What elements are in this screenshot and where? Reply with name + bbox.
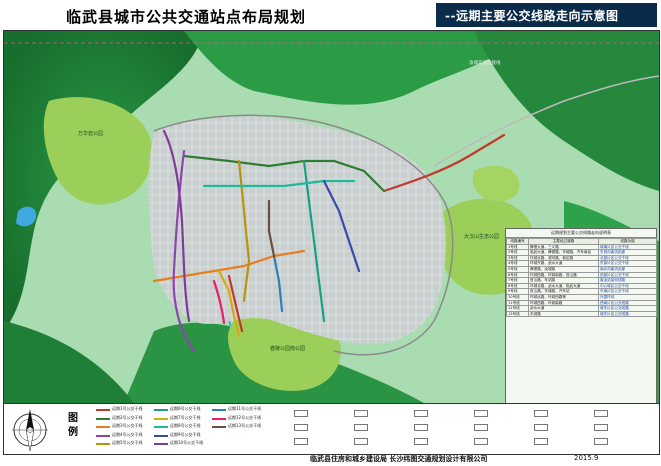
legend-box	[474, 424, 488, 431]
legend-box	[354, 424, 368, 431]
legend-swatch	[212, 409, 226, 411]
legend-label: 远期12号公交干线	[228, 414, 262, 420]
legend-box	[474, 410, 488, 417]
subtitle-banner: --远期主要公交线路走向示意图	[436, 3, 657, 27]
route-roads: 东城路	[528, 310, 599, 318]
legend-label: 远期3号公交干线	[112, 423, 143, 428]
legend-box	[534, 438, 548, 445]
legend-box	[414, 410, 428, 417]
legend-box	[294, 424, 308, 431]
legend-box	[474, 438, 488, 445]
legend-box	[354, 410, 368, 417]
legend-box	[594, 410, 608, 417]
label-park-south: 舂陵公园南公园	[270, 345, 305, 352]
legend-swatch	[154, 409, 168, 411]
legend-label: 远期2号公交干线	[112, 414, 143, 420]
footer: 临武县住房和城乡建设局 长沙纬图交通规划设计有限公司 2015.9	[0, 454, 661, 466]
map-subtitle: --远期主要公交线路走向示意图	[445, 9, 619, 23]
legend-panel: 图例 远期1号公交干线 远期2号公交干线 远期3号公交干线 远期4号公交干线 远…	[3, 403, 660, 455]
legend-box	[414, 424, 428, 431]
compass-icon	[12, 409, 48, 452]
legend-label: 远期8号公交干线	[170, 423, 201, 428]
legend-swatch	[212, 417, 226, 420]
table-title: 远期规划主要公交线路走向说明表	[506, 229, 656, 238]
legend-swatch	[96, 443, 110, 445]
legend-label: 远期7号公交干线	[170, 414, 201, 420]
footer-company: 临武县住房和城乡建设局 长沙纬图交通规划设计有限公司	[310, 455, 488, 463]
legend-label: 远期5号公交干线	[112, 440, 143, 445]
legend-swatch	[96, 417, 110, 420]
legend-box	[354, 438, 368, 445]
legend-box	[534, 410, 548, 417]
route-id: 13号线	[506, 310, 529, 318]
legend-label: 远期11号公交干线	[228, 406, 262, 411]
legend-label: 远期10号公交干线	[170, 440, 204, 445]
map-title: 临武县城市公共交通站点布局规划	[66, 8, 307, 26]
legend-swatch	[154, 426, 168, 428]
route-roads: 临武大道、舜德路、东城路、汽车南站	[528, 249, 599, 256]
legend-label: 远期9号公交干线	[170, 431, 201, 437]
route-table-grid: 线路编号 主要经过道路 线路功能 1号线 舜德大道、三义路 城南片区公交干线 2号线…	[506, 238, 657, 318]
route-function: 城东片区公交线路	[598, 310, 657, 318]
legend-box	[294, 410, 308, 417]
legend-box	[594, 424, 608, 431]
legend-swatch	[154, 443, 168, 445]
legend-box	[294, 438, 308, 445]
route-description-table: 远期规划主要公交线路走向说明表 线路编号 主要经过道路 线路功能 1号线 舜德大道…	[505, 228, 657, 403]
legend-label: 远期4号公交干线	[112, 431, 143, 437]
legend-swatch	[96, 434, 110, 437]
map-canvas[interactable]: 万华岩公园 大汉山生态公园 舂陵公园南公园 汝城高速连接线 远期规划主要公交线路…	[3, 30, 660, 404]
legend-swatch	[154, 434, 168, 437]
legend-swatch	[154, 417, 168, 420]
footer-date: 2015.9	[574, 454, 599, 462]
label-park-west: 万华岩公园	[78, 130, 103, 137]
legend-box	[534, 424, 548, 431]
legend-swatch	[212, 426, 226, 428]
label-park-east: 大汉山生态公园	[464, 233, 499, 240]
table-row: 13号线 东城路 城东片区公交线路	[506, 310, 657, 318]
legend-swatch	[96, 426, 110, 428]
legend-label: 远期6号公交干线	[170, 406, 201, 411]
legend-box	[594, 438, 608, 445]
header: 临武县城市公共交通站点布局规划 --远期主要公交线路走向示意图	[0, 0, 661, 30]
label-road-north: 汝城高速连接线	[469, 59, 501, 66]
legend-label: 远期1号公交干线	[112, 406, 143, 411]
legend-box	[414, 438, 428, 445]
legend-swatch	[96, 409, 110, 411]
map-sheet: 临武县城市公共交通站点布局规划 --远期主要公交线路走向示意图 万华岩公园 大汉…	[0, 0, 661, 466]
legend-title: 图例	[68, 413, 78, 438]
legend-label: 远期13号公交干线	[228, 423, 262, 428]
